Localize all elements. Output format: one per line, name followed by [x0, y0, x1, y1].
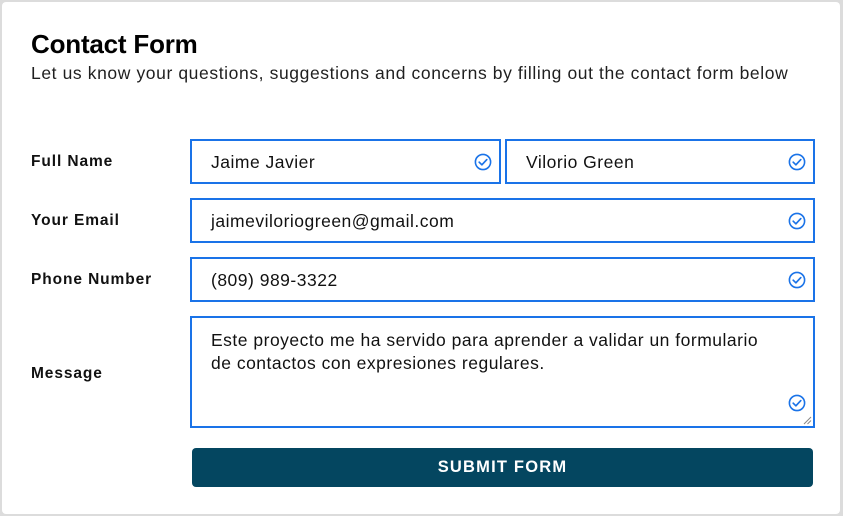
first-name-field[interactable]: Jaime Javier [190, 139, 501, 184]
phone-value: (809) 989-3322 [211, 270, 338, 290]
last-name-value: Vilorio Green [526, 152, 635, 172]
resize-handle-icon[interactable] [802, 415, 812, 425]
message-field[interactable]: Este proyecto me ha servido para aprende… [190, 316, 815, 428]
form-subtitle: Let us know your questions, suggestions … [31, 63, 789, 83]
message-label: Message [31, 365, 103, 382]
contact-form-card: Contact Form Let us know your questions,… [2, 2, 840, 514]
full-name-label: Full Name [31, 153, 114, 170]
check-circle-icon [788, 271, 806, 289]
submit-button[interactable]: SUBMIT FORM [192, 448, 813, 487]
form-title: Contact Form [31, 29, 198, 59]
first-name-value: Jaime Javier [211, 152, 316, 172]
phone-label: Phone Number [31, 271, 153, 288]
check-circle-icon [788, 394, 806, 412]
message-textarea[interactable]: Este proyecto me ha servido para aprende… [211, 329, 781, 409]
phone-field[interactable]: (809) 989-3322 [190, 257, 815, 302]
last-name-field[interactable]: Vilorio Green [505, 139, 815, 184]
email-value: jaimeviloriogreen@gmail.com [211, 211, 455, 231]
email-label: Your Email [31, 212, 120, 229]
check-circle-icon [788, 212, 806, 230]
check-circle-icon [474, 153, 492, 171]
email-field[interactable]: jaimeviloriogreen@gmail.com [190, 198, 815, 243]
check-circle-icon [788, 153, 806, 171]
